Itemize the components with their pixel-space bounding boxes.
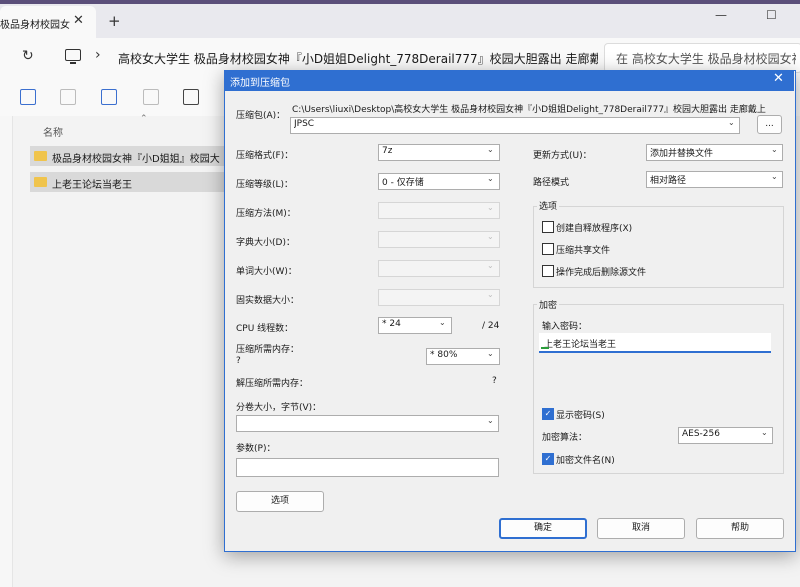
this-pc-icon-stand — [70, 62, 76, 64]
delete-source-checkbox[interactable] — [542, 265, 554, 277]
cpu-total: / 24 — [482, 321, 500, 331]
search-input[interactable]: 在 高校女大学生 极品身材校园女神 — [616, 50, 796, 67]
dialog-titlebar[interactable] — [225, 71, 794, 91]
address-path[interactable]: 高校女大学生 极品身材校园女神『小D姐姐Delight_778Derail777… — [118, 50, 598, 67]
update-value: 添加并替换文件 — [650, 149, 714, 159]
options-group-title: 选项 — [537, 199, 560, 212]
chevron-down-icon: ⌄ — [487, 232, 494, 241]
archive-label: 压缩包(A)： — [236, 111, 286, 121]
chevron-down-icon: ⌄ — [487, 416, 494, 425]
chevron-down-icon: ⌄ — [487, 261, 494, 270]
file-row-label: 极品身材校园女神『小D姐姐』校园大 — [52, 154, 220, 165]
solid-label: 固实数据大小： — [236, 296, 300, 306]
text-cursor-icon — [541, 347, 549, 349]
chevron-down-icon: ⌄ — [728, 118, 735, 127]
shared-label: 压缩共享文件 — [556, 246, 611, 256]
chevron-down-icon: ⌄ — [487, 203, 494, 212]
archive-name-combo[interactable] — [290, 117, 740, 134]
chevron-down-icon: ⌄ — [771, 145, 778, 154]
encryption-group-title: 加密 — [537, 298, 560, 311]
new-tab-icon[interactable]: + — [108, 12, 121, 30]
share-icon[interactable] — [143, 89, 159, 105]
refresh-icon[interactable]: ↻ — [22, 48, 34, 64]
mem-decompress-value: ? — [492, 376, 497, 386]
dict-select[interactable] — [378, 231, 500, 248]
shared-checkbox[interactable] — [542, 243, 554, 255]
chevron-down-icon: ⌄ — [487, 145, 494, 154]
folder-icon — [34, 177, 47, 187]
level-label: 压缩等级(L)： — [236, 180, 294, 190]
mem-compress-label: 压缩所需内存： — [236, 345, 300, 355]
sort-arrow-icon: ⌃ — [140, 114, 148, 124]
dict-label: 字典大小(D)： — [236, 238, 295, 248]
cpu-value: * 24 — [382, 319, 401, 329]
pathmode-value: 相对路径 — [650, 176, 687, 186]
minimize-icon[interactable]: — — [715, 8, 727, 22]
tab-close-icon[interactable]: ✕ — [73, 13, 84, 28]
dialog-close-icon[interactable]: ✕ — [773, 71, 784, 86]
file-row-label: 上老王论坛当老王 — [52, 180, 132, 191]
chevron-down-icon: ⌄ — [487, 290, 494, 299]
mem-value: * 80% — [430, 350, 458, 360]
chevron-right-icon[interactable]: › — [95, 47, 101, 63]
maximize-icon[interactable]: ☐ — [766, 8, 777, 22]
enc-method-value: AES-256 — [682, 429, 720, 439]
enc-method-label: 加密算法： — [542, 433, 588, 443]
column-header-name[interactable]: 名称 — [43, 124, 63, 139]
delete-icon[interactable] — [183, 89, 199, 105]
pathmode-label: 路径模式 — [533, 178, 570, 188]
password-label: 输入密码： — [542, 322, 588, 332]
encrypt-names-label: 加密文件名(N) — [556, 456, 615, 466]
options-button[interactable]: 选项 — [236, 491, 324, 512]
password-value: 上老王论坛当老王 — [544, 340, 617, 350]
this-pc-icon[interactable] — [65, 49, 81, 61]
level-value: 0 - 仅存储 — [382, 178, 424, 188]
archive-name-value: JPSC — [294, 119, 315, 129]
method-label: 压缩方法(M)： — [236, 209, 296, 219]
copy-icon[interactable] — [20, 89, 36, 105]
sfx-label: 创建自释放程序(X) — [556, 224, 633, 234]
show-password-checkbox[interactable]: ✓ — [542, 408, 554, 420]
format-value: 7z — [382, 146, 393, 156]
rename-icon[interactable] — [101, 89, 117, 105]
help-button[interactable]: 帮助 — [696, 518, 784, 539]
cancel-button[interactable]: 取消 — [597, 518, 685, 539]
mem-decompress-label: 解压缩所需内存： — [236, 379, 309, 389]
word-label: 单词大小(W)： — [236, 267, 297, 277]
folder-icon — [34, 151, 47, 161]
chevron-down-icon: ⌄ — [487, 349, 494, 358]
sfx-checkbox[interactable] — [542, 221, 554, 233]
delete-source-label: 操作完成后删除源文件 — [556, 268, 647, 278]
params-input[interactable] — [236, 458, 499, 477]
params-label: 参数(P)： — [236, 444, 276, 454]
chevron-down-icon: ⌄ — [487, 174, 494, 183]
update-label: 更新方式(U)： — [533, 151, 592, 161]
word-select[interactable] — [378, 260, 500, 277]
encrypt-names-checkbox[interactable]: ✓ — [542, 453, 554, 465]
show-password-label: 显示密码(S) — [556, 411, 605, 421]
format-label: 压缩格式(F)： — [236, 151, 294, 161]
tab-title: 极品身材校园女神 — [0, 20, 70, 31]
paste-icon[interactable] — [60, 89, 76, 105]
browse-button[interactable]: ... — [757, 115, 782, 134]
chevron-down-icon: ⌄ — [771, 172, 778, 181]
chevron-down-icon: ⌄ — [439, 318, 446, 327]
volume-combo[interactable] — [236, 415, 499, 432]
method-select[interactable] — [378, 202, 500, 219]
dialog-title: 添加到压缩包 — [230, 78, 290, 89]
navigation-pane — [0, 116, 13, 587]
solid-select[interactable] — [378, 289, 500, 306]
chevron-down-icon: ⌄ — [761, 428, 768, 437]
cpu-label: CPU 线程数： — [236, 324, 294, 334]
volume-label: 分卷大小，字节(V)： — [236, 403, 322, 413]
format-select[interactable] — [378, 144, 500, 161]
ok-button[interactable]: 确定 — [499, 518, 587, 539]
mem-compress-value: ? — [236, 356, 241, 366]
archive-path: C:\Users\liuxi\Desktop\高校女大学生 极品身材校园女神『小… — [292, 105, 766, 115]
